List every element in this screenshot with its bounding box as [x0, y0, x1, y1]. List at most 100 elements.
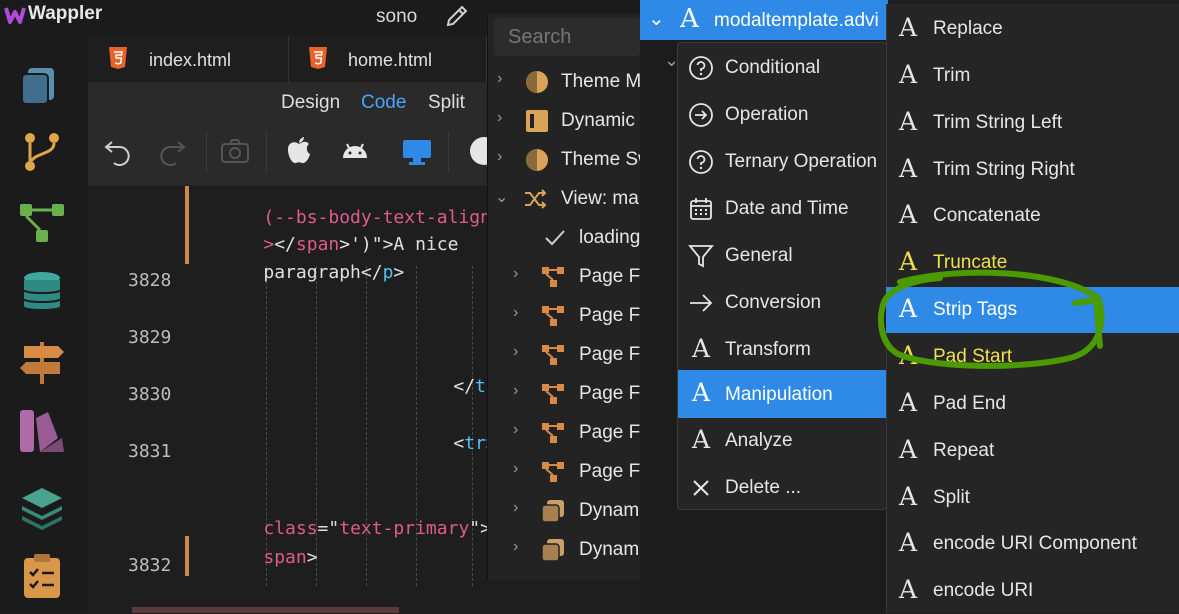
- menu-item-conversion[interactable]: Conversion: [678, 280, 888, 327]
- tree-item[interactable]: › Page Fl: [487, 296, 644, 335]
- view-mode-bar: Design Code Split: [88, 82, 487, 124]
- submenu-item-label: encode URI: [933, 580, 1034, 601]
- database-icon[interactable]: [18, 268, 66, 316]
- signpost-icon[interactable]: [18, 338, 66, 386]
- submenu-item-label: Concatenate: [933, 205, 1041, 226]
- files-icon[interactable]: [18, 60, 66, 108]
- flow-icon: [542, 423, 564, 443]
- menu-item-delete[interactable]: Delete ...: [678, 465, 888, 512]
- change-marker: [185, 186, 189, 264]
- code-token: p: [382, 262, 394, 283]
- project-name[interactable]: sono: [376, 6, 417, 28]
- menu-item-label: Conditional: [725, 57, 821, 78]
- tree-item-label: Theme Sw: [561, 149, 652, 170]
- submenu-item-label: Trim String Left: [933, 112, 1063, 133]
- code-editor[interactable]: 3828 3829 3830 3831 3832 (--bs-body-text…: [88, 186, 525, 613]
- menu-item-transform[interactable]: A Transform: [678, 327, 888, 374]
- toolbar-divider: [206, 132, 207, 172]
- html5-icon: [309, 47, 327, 69]
- tree-item[interactable]: › Page Fl: [487, 257, 644, 296]
- code-line: paragraph</p>: [220, 241, 404, 304]
- chevron-right-icon[interactable]: ›: [497, 109, 502, 127]
- submenu-item-concatenate[interactable]: A Concatenate: [886, 193, 1179, 239]
- design-view-button[interactable]: Design: [281, 92, 340, 114]
- menu-item-manipulation[interactable]: A Manipulation: [678, 370, 888, 418]
- chevron-right-icon[interactable]: ›: [513, 499, 518, 517]
- tree-item[interactable]: loading: [487, 218, 640, 257]
- code-line: span>: [220, 526, 317, 589]
- chevron-right-icon[interactable]: ›: [513, 382, 518, 400]
- tree-item[interactable]: › Dynam: [487, 530, 640, 569]
- menu-item-conditional[interactable]: Conditional: [678, 45, 888, 92]
- tree-item-label: Page Fl: [579, 305, 645, 326]
- menu-item-operation[interactable]: Operation: [678, 92, 888, 139]
- tree-item[interactable]: › Page Fl: [487, 374, 644, 413]
- chevron-right-icon[interactable]: ›: [513, 421, 518, 439]
- chevron-right-icon[interactable]: ›: [513, 460, 518, 478]
- tab-home-html[interactable]: home.html: [289, 36, 487, 82]
- chevron-right-icon[interactable]: ›: [513, 265, 518, 283]
- menu-item-label: Delete ...: [725, 477, 802, 498]
- submenu-item-trim[interactable]: A Trim: [886, 53, 1179, 99]
- clipboard-icon[interactable]: [18, 552, 66, 600]
- tree-item[interactable]: › Theme M: [487, 62, 641, 101]
- menu-item-label: Ternary Operation: [725, 151, 878, 172]
- tree-item[interactable]: › Page Fl: [487, 452, 644, 491]
- tree-item[interactable]: › Theme Sw: [487, 140, 652, 179]
- filter-icon: [688, 245, 714, 268]
- chevron-right-icon[interactable]: ›: [513, 538, 518, 556]
- git-branch-icon[interactable]: [18, 128, 66, 176]
- camera-icon[interactable]: [218, 134, 252, 168]
- code-view-button[interactable]: Code: [361, 92, 406, 114]
- line-number: 3830: [128, 384, 172, 405]
- chevron-down-icon[interactable]: ⌄: [495, 187, 508, 207]
- submenu-item-trim-string-left[interactable]: A Trim String Left: [886, 100, 1179, 146]
- tab-index-html[interactable]: index.html: [88, 36, 289, 82]
- submenu-item-encode-uri[interactable]: Aencode URI: [886, 568, 1179, 614]
- menu-item-label: General: [725, 245, 793, 266]
- tree-item[interactable]: › Dynamic: [487, 101, 640, 140]
- letter-a-icon: A: [899, 60, 918, 89]
- chevron-right-icon[interactable]: ›: [513, 343, 518, 361]
- submenu-item-replace[interactable]: A Replace: [886, 6, 1179, 52]
- menu-item-label: Conversion: [725, 292, 822, 313]
- menu-item-ternary-operation[interactable]: Ternary Operation: [678, 139, 888, 186]
- android-icon[interactable]: [338, 134, 372, 168]
- submenu-item-split[interactable]: A Split: [886, 475, 1179, 521]
- tree-item[interactable]: › Dynam: [487, 491, 640, 530]
- apple-icon[interactable]: [282, 134, 316, 168]
- menu-item-general[interactable]: General: [678, 233, 888, 280]
- toolbar-divider: [448, 132, 449, 172]
- tree-item[interactable]: › Page Fl: [487, 335, 644, 374]
- submenu-item-trim-string-right[interactable]: A Trim String Right: [886, 147, 1179, 193]
- flow-icon: [542, 384, 564, 404]
- menu-item-label: Analyze: [725, 430, 793, 451]
- close-icon: [693, 480, 709, 496]
- palette-icon[interactable]: [18, 408, 66, 456]
- chevron-right-icon[interactable]: ›: [497, 70, 502, 88]
- redo-icon[interactable]: [154, 134, 188, 168]
- workflow-icon[interactable]: [18, 198, 66, 246]
- chevron-down-icon[interactable]: ⌄: [648, 6, 665, 31]
- menu-item-analyze[interactable]: A Analyze: [678, 418, 888, 465]
- submenu-item-encode-uri-component[interactable]: Aencode URI Component: [886, 521, 1179, 567]
- copy-icon: [541, 500, 564, 523]
- menu-item-date-and-time[interactable]: Date and Time: [678, 186, 888, 233]
- tree-item-label: Page Fl: [579, 383, 645, 404]
- undo-icon[interactable]: [102, 134, 136, 168]
- split-view-button[interactable]: Split: [428, 92, 465, 114]
- pencil-icon[interactable]: [444, 3, 470, 29]
- tree-item[interactable]: ⌄ View: ma: [487, 179, 640, 218]
- flow-icon: [542, 306, 564, 326]
- layers-icon[interactable]: [18, 484, 66, 532]
- tree-item-label: Page Fl: [579, 266, 645, 287]
- chevron-right-icon[interactable]: ›: [513, 304, 518, 322]
- flow-icon: [542, 267, 564, 287]
- tree-item[interactable]: › Page Fl: [487, 413, 644, 452]
- chevron-right-icon[interactable]: ›: [497, 148, 502, 166]
- submenu-item-pad-end[interactable]: A Pad End: [886, 381, 1179, 427]
- check-icon: [545, 230, 565, 246]
- submenu-item-repeat[interactable]: A Repeat: [886, 428, 1179, 474]
- desktop-icon[interactable]: [400, 134, 434, 168]
- code-token: tr: [464, 433, 486, 454]
